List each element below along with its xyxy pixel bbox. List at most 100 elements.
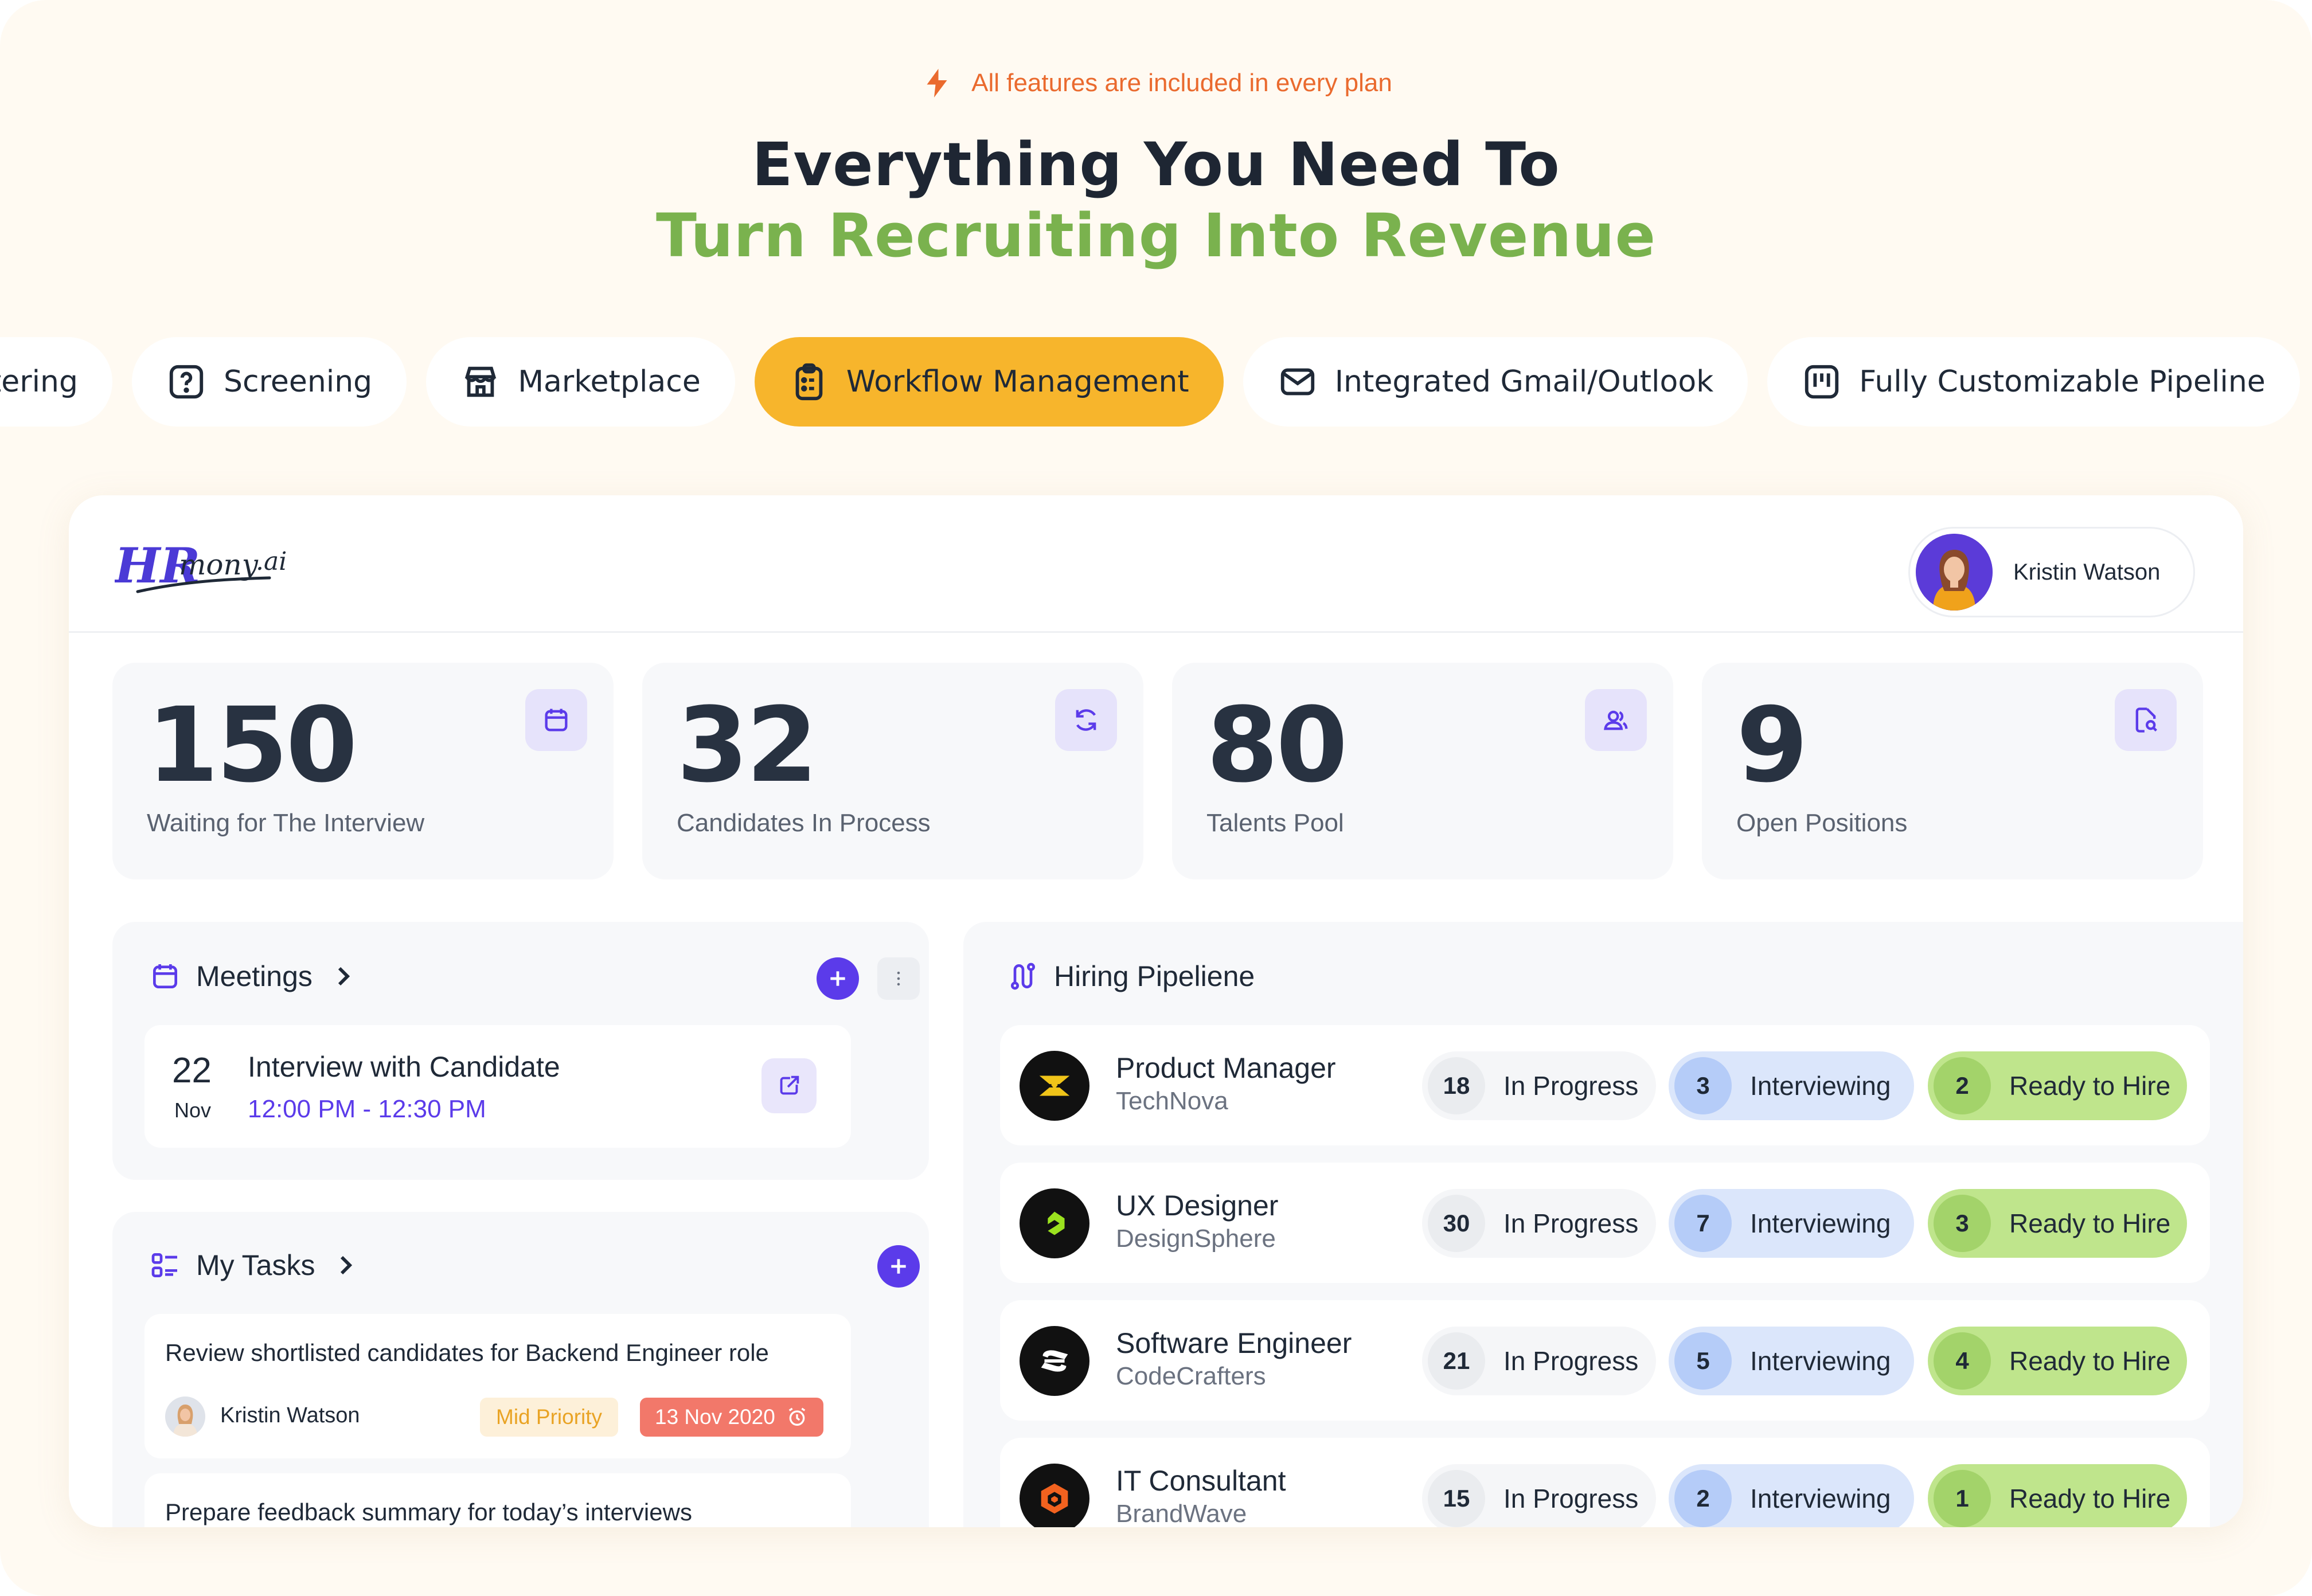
pipeline-title: Hiring Pipeliene <box>1054 960 1255 992</box>
stat-value: 9 <box>1736 686 1808 805</box>
avatar <box>1916 534 1993 611</box>
svg-text:.ai: .ai <box>256 547 287 576</box>
meeting-month: Nov <box>174 1098 212 1122</box>
tab-customizable-pipeline[interactable]: Fully Customizable Pipeline <box>1767 337 2300 427</box>
in-progress-pill[interactable]: 18 In Progress <box>1422 1051 1656 1120</box>
stage-count: 5 <box>1674 1332 1732 1390</box>
stat-card-positions: 9 Open Positions <box>1702 663 2203 879</box>
refresh-icon <box>1076 709 1096 731</box>
meeting-item[interactable]: 22 Nov Interview with Candidate 12:00 PM… <box>144 1025 851 1148</box>
ready-to-hire-pill[interactable]: 1 Ready to Hire <box>1928 1464 2187 1527</box>
stage-label: Ready to Hire <box>2009 1346 2171 1376</box>
stat-value: 150 <box>147 686 358 805</box>
in-progress-pill[interactable]: 30 In Progress <box>1422 1189 1656 1258</box>
ready-to-hire-pill[interactable]: 3 Ready to Hire <box>1928 1189 2187 1258</box>
task-list-icon <box>151 1253 177 1277</box>
stage-label: Interviewing <box>1750 1484 1891 1513</box>
external-link-icon <box>780 1075 799 1095</box>
pipeline-header: Hiring Pipeliene <box>1007 960 1255 993</box>
dashboard-card: HR mony .ai Kristin Watson 150 Waiting f… <box>69 495 2243 1527</box>
user-menu[interactable]: Kristin Watson <box>1908 527 2195 617</box>
users-icon <box>1604 710 1628 730</box>
task-item[interactable]: Review shortlisted candidates for Backen… <box>144 1314 851 1458</box>
stat-card-process: 32 Candidates In Process <box>642 663 1143 879</box>
interviewing-pill[interactable]: 2 Interviewing <box>1669 1464 1914 1527</box>
interviewing-pill[interactable]: 5 Interviewing <box>1669 1327 1914 1395</box>
plus-icon <box>830 971 845 986</box>
task-item[interactable]: Prepare feedback summary for today’s int… <box>144 1473 851 1527</box>
lightning-icon <box>927 69 947 97</box>
job-role: Product Manager <box>1116 1052 1336 1084</box>
meetings-more-button[interactable] <box>877 957 920 1000</box>
meetings-title: Meetings <box>196 960 313 992</box>
tab-label: Fully Customizable Pipeline <box>1859 365 2266 399</box>
add-meeting-button[interactable] <box>817 957 859 1000</box>
pipeline-row[interactable]: IT Consultant BrandWave 15 In Progress 2I… <box>1000 1438 2210 1527</box>
open-meeting-button[interactable] <box>761 1058 817 1113</box>
add-task-button[interactable] <box>877 1245 920 1288</box>
meeting-time: 12:00 PM - 12:30 PM <box>248 1095 486 1123</box>
task-assignee: Kristin Watson <box>220 1403 360 1427</box>
stage-count: 30 <box>1428 1195 1485 1252</box>
stage-count: 7 <box>1674 1195 1732 1252</box>
stage-count: 15 <box>1428 1470 1485 1527</box>
stage-label: In Progress <box>1503 1208 1639 1238</box>
stat-label: Talents Pool <box>1206 809 1344 837</box>
calendar-icon <box>153 964 177 988</box>
stat-icon-box <box>1585 689 1647 751</box>
stage-label: Ready to Hire <box>2009 1484 2171 1513</box>
stage-count: 4 <box>1934 1332 1991 1390</box>
route-icon <box>1011 963 1035 990</box>
stage-count: 18 <box>1428 1057 1485 1114</box>
job-role: UX Designer <box>1116 1190 1279 1222</box>
company-name: CodeCrafters <box>1116 1362 1266 1390</box>
hrmony-logo: HR mony .ai <box>115 537 287 594</box>
tab-label: Marketplace <box>518 365 701 399</box>
stage-count: 1 <box>1934 1470 1991 1527</box>
tasks-panel: My Tasks Review shortlisted candidates f… <box>112 1212 929 1527</box>
company-name: DesignSphere <box>1116 1225 1276 1253</box>
due-date: 13 Nov 2020 <box>655 1405 775 1429</box>
question-icon <box>169 365 204 399</box>
tasks-title: My Tasks <box>196 1249 315 1281</box>
task-text: Review shortlisted candidates for Backen… <box>165 1339 769 1366</box>
pipeline-row[interactable]: Software Engineer CodeCrafters 21 In Prog… <box>1000 1300 2210 1421</box>
meeting-title: Interview with Candidate <box>248 1051 560 1083</box>
company-name: BrandWave <box>1116 1500 1247 1527</box>
stage-count: 3 <box>1674 1057 1732 1114</box>
tab-workflow-management[interactable]: Workflow Management <box>754 337 1224 427</box>
stage-label: Ready to Hire <box>2009 1208 2171 1238</box>
hiring-pipeline-panel: Hiring Pipeliene Product Manager TechNov… <box>963 922 2243 1527</box>
stat-icon-box <box>1055 689 1117 751</box>
ready-to-hire-pill[interactable]: 4 Ready to Hire <box>1928 1327 2187 1395</box>
interviewing-pill[interactable]: 3 Interviewing <box>1669 1051 1914 1120</box>
tab-screening[interactable]: Screening <box>132 337 407 427</box>
stage-label: Interviewing <box>1750 1071 1891 1101</box>
in-progress-pill[interactable]: 21 In Progress <box>1422 1327 1656 1395</box>
company-logo-brandwave <box>1020 1464 1089 1527</box>
alarm-clock-icon <box>788 1407 806 1426</box>
interviewing-pill[interactable]: 7 Interviewing <box>1669 1189 1914 1258</box>
title-line-2: Turn Recruiting Into Revenue <box>655 201 1657 271</box>
clipboard-icon <box>795 363 823 401</box>
tasks-header[interactable]: My Tasks <box>149 1249 362 1282</box>
pipeline-row[interactable]: Product Manager TechNova 18 In Progress 3… <box>1000 1025 2210 1145</box>
ready-to-hire-pill[interactable]: 2 Ready to Hire <box>1928 1051 2187 1120</box>
task-text: Prepare feedback summary for today’s int… <box>165 1499 692 1525</box>
tab-label: tering <box>0 365 78 399</box>
tab-integrated-mail[interactable]: Integrated Gmail/Outlook <box>1243 337 1748 427</box>
meetings-header[interactable]: Meetings <box>149 960 360 993</box>
stage-label: Interviewing <box>1750 1346 1891 1376</box>
pipeline-row[interactable]: UX Designer DesignSphere 30 In Progress 7… <box>1000 1163 2210 1283</box>
stage-count: 21 <box>1428 1332 1485 1390</box>
tab-filtering[interactable]: tering <box>0 337 112 427</box>
stat-icon-box <box>2115 689 2177 751</box>
stat-value: 32 <box>677 686 818 805</box>
mail-icon <box>1280 368 1314 396</box>
company-name: TechNova <box>1116 1087 1228 1115</box>
chevron-right-icon <box>338 967 350 986</box>
in-progress-pill[interactable]: 15 In Progress <box>1422 1464 1656 1527</box>
stage-count: 3 <box>1934 1195 1991 1252</box>
tab-marketplace[interactable]: Marketplace <box>426 337 735 427</box>
company-logo-codecrafters <box>1020 1326 1089 1396</box>
